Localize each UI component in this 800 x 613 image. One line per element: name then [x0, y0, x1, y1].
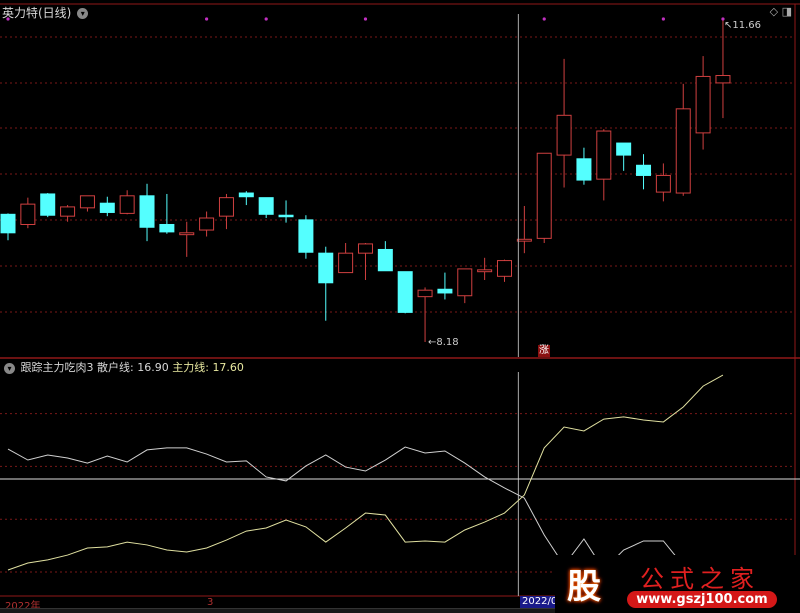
- high-price-marker: ↖11.66: [724, 20, 762, 31]
- candle-up: [556, 114, 572, 156]
- candle-up: [179, 232, 195, 236]
- candle-up: [119, 195, 135, 214]
- site-name: 公式之家: [640, 565, 760, 593]
- chart-title: 英力特(日线) ▾: [2, 4, 90, 21]
- candle-down: [616, 142, 632, 156]
- chart-canvas[interactable]: [0, 0, 800, 613]
- rise-signal-tag: 涨: [538, 345, 550, 357]
- candle-up: [199, 217, 215, 231]
- candle-up: [675, 108, 691, 194]
- cursor-date-label: 2022/0: [520, 596, 560, 608]
- retail-line-value: 16.90: [137, 361, 169, 374]
- signal-dot: [661, 17, 665, 21]
- signal-dot: [205, 17, 209, 21]
- candle-down: [636, 164, 652, 176]
- candle-up: [497, 260, 512, 277]
- retail-line-label: 散户线:: [97, 361, 134, 374]
- candle-up: [20, 203, 36, 225]
- candle-up: [417, 289, 433, 298]
- indicator-header: ▾ 跟踪主力吃肉3 散户线: 16.90 主力线: 17.60: [2, 359, 244, 375]
- candle-up: [60, 206, 76, 217]
- candle-up: [218, 197, 234, 217]
- signal-dot: [264, 17, 268, 21]
- main-line-value: 17.60: [212, 361, 244, 374]
- time-label-month: 3: [207, 597, 214, 608]
- candle-down: [258, 197, 274, 215]
- candle-down: [576, 158, 592, 181]
- candle-down: [0, 213, 16, 234]
- candle-down: [40, 193, 56, 216]
- indicator-name: 跟踪主力吃肉3: [20, 361, 94, 374]
- candle-down: [397, 271, 413, 313]
- panel-toggle-icon[interactable]: ◨: [782, 5, 792, 18]
- candle-up: [516, 238, 532, 242]
- candle-up: [655, 174, 671, 193]
- stock-chart-window: 英力特(日线) ▾ ◇ ◨ ←8.18 ↖11.66 涨 ▾ 跟踪主力吃肉3 散…: [0, 0, 800, 613]
- candle-up: [596, 130, 612, 180]
- indicator-tab-bar[interactable]: [0, 608, 555, 613]
- signal-dot: [542, 17, 546, 21]
- candle-up: [357, 243, 373, 254]
- low-price-marker: ←8.18: [428, 337, 459, 348]
- high-price-label: 11.66: [732, 20, 762, 31]
- candle-up: [79, 195, 95, 209]
- main-line: [7, 374, 724, 571]
- stock-title: 英力特(日线): [2, 6, 72, 20]
- candle-up: [715, 75, 731, 84]
- candle-down: [298, 219, 314, 253]
- low-price-label: 8.18: [436, 337, 459, 348]
- candle-down: [159, 223, 175, 233]
- signal-dot: [363, 17, 368, 21]
- candle-up: [536, 152, 552, 239]
- toolbar-icons: ◇ ◨: [770, 5, 792, 18]
- candle-up: [457, 268, 473, 297]
- candle-up: [338, 252, 354, 274]
- candle-up: [695, 75, 711, 134]
- candle-down: [238, 192, 254, 198]
- chevron-down-icon[interactable]: ▾: [4, 362, 15, 374]
- candle-down: [278, 214, 294, 218]
- candle-up: [477, 269, 493, 273]
- site-url: www.gszj100.com: [627, 591, 777, 608]
- logo-mark: 股: [567, 567, 601, 607]
- watermark-logo: 股 公式之家 www.gszj100.com: [555, 555, 800, 613]
- candle-down: [139, 195, 155, 228]
- candle-down: [377, 248, 393, 272]
- candle-down: [318, 252, 334, 284]
- candle-down: [99, 202, 115, 213]
- candle-down: [437, 288, 453, 294]
- chevron-down-icon[interactable]: ▾: [77, 8, 89, 19]
- diamond-icon[interactable]: ◇: [770, 5, 778, 18]
- main-line-label: 主力线:: [172, 361, 209, 374]
